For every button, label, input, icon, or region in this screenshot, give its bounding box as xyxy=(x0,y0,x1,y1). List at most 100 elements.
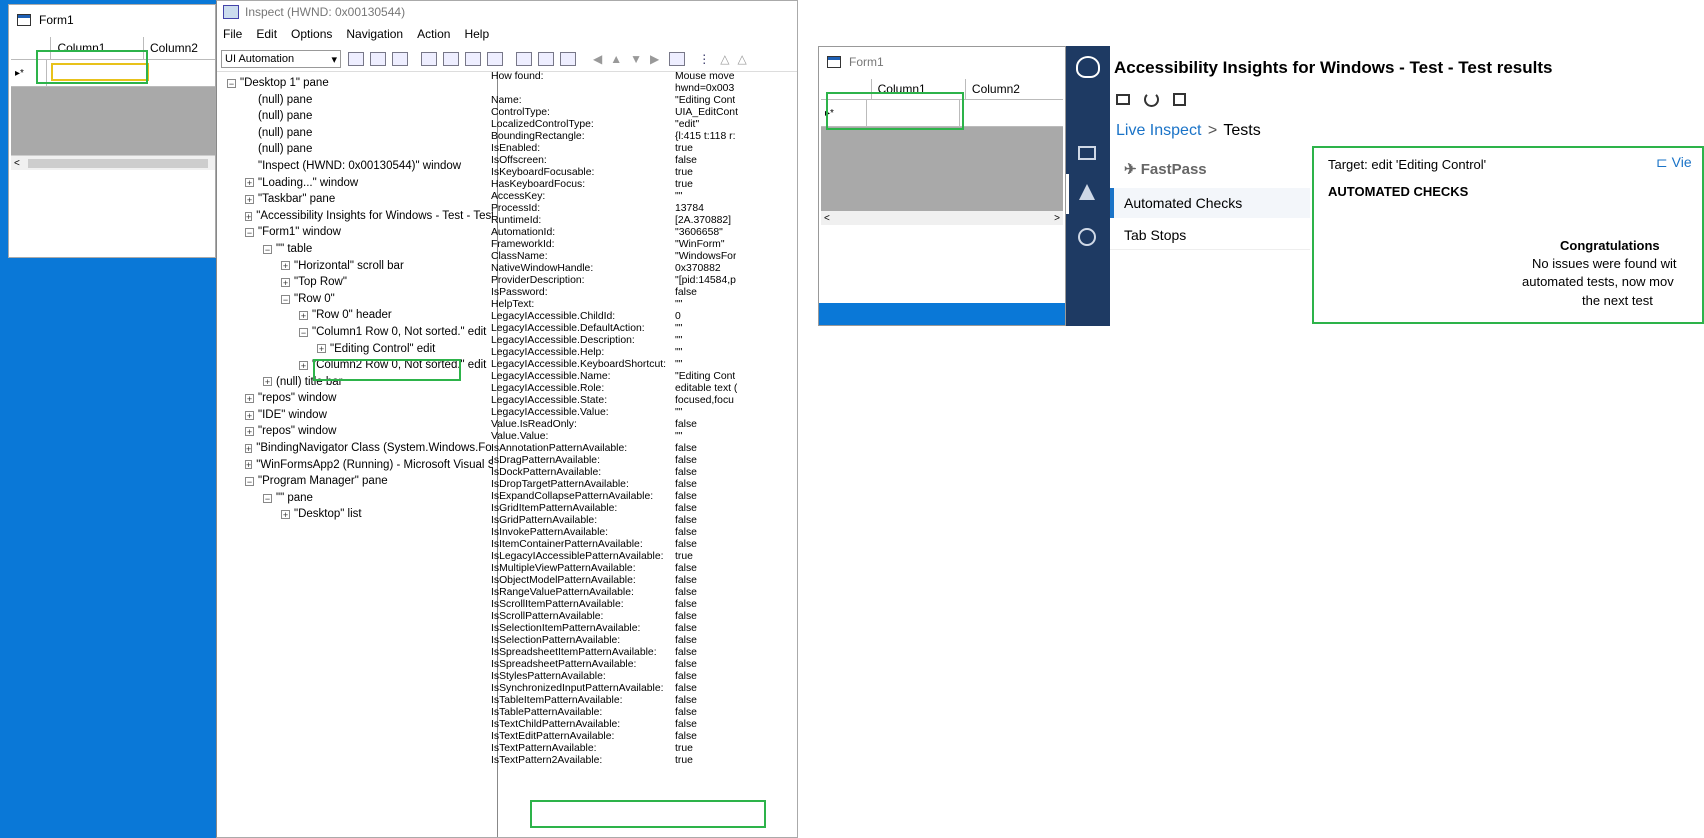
property-row[interactable]: FrameworkId: "WinForm" xyxy=(491,239,797,251)
property-row[interactable]: LegacyIAccessible.Value: "" xyxy=(491,407,797,419)
property-row[interactable]: IsSelectionItemPatternAvailable: false xyxy=(491,623,797,635)
tree-node[interactable]: − "Column1 Row 0, Not sorted." edit xyxy=(227,324,493,341)
property-row[interactable]: IsSpreadsheetItemPatternAvailable: false xyxy=(491,647,797,659)
column-header-2[interactable]: Column2 xyxy=(144,37,215,59)
property-row[interactable]: How found: Mouse move xyxy=(491,71,797,83)
property-row[interactable]: IsStylesPatternAvailable: false xyxy=(491,671,797,683)
property-row[interactable]: LocalizedControlType: "edit" xyxy=(491,119,797,131)
property-row[interactable]: IsDragPatternAvailable: false xyxy=(491,455,797,467)
save-icon[interactable] xyxy=(1173,93,1186,106)
tree-node[interactable]: − "Program Manager" pane xyxy=(227,473,493,490)
property-row[interactable]: LegacyIAccessible.State: focused,focu xyxy=(491,395,797,407)
tree-node[interactable]: + "Horizontal" scroll bar xyxy=(227,258,493,275)
collapse-icon[interactable]: − xyxy=(281,294,290,304)
menu-help[interactable]: Help xyxy=(464,27,489,41)
property-row[interactable]: BoundingRectangle: {l:415 t:118 r: xyxy=(491,131,797,143)
tree-icon[interactable] xyxy=(669,52,686,66)
tree-node[interactable]: − "Desktop 1" pane xyxy=(227,75,493,92)
expand-icon[interactable]: + xyxy=(263,377,272,387)
property-row[interactable]: IsTextPatternAvailable: true xyxy=(491,743,797,755)
expand-icon[interactable]: + xyxy=(245,427,254,437)
horizontal-scrollbar-right[interactable]: < > xyxy=(821,211,1063,225)
column-right-header-2[interactable]: Column2 xyxy=(966,79,1063,99)
tree-node[interactable]: + "Desktop" list xyxy=(227,506,493,523)
property-row[interactable]: IsDockPatternAvailable: false xyxy=(491,467,797,479)
breadcrumb-live-inspect[interactable]: Live Inspect xyxy=(1116,122,1201,139)
property-row[interactable]: IsPassword: false xyxy=(491,287,797,299)
collapse-icon[interactable]: − xyxy=(299,327,308,337)
more-icon[interactable]: ⋮ xyxy=(698,52,710,66)
expand-icon[interactable]: + xyxy=(245,443,253,453)
rectangle-highlight-icon[interactable] xyxy=(421,52,437,66)
form1-titlebar[interactable]: Form1 xyxy=(9,5,215,35)
form1-right-titlebar[interactable]: Form1 xyxy=(819,47,1065,77)
tree-node[interactable]: (null) pane xyxy=(227,125,493,142)
graph-icon[interactable]: △ xyxy=(720,52,729,66)
menu-edit[interactable]: Edit xyxy=(256,27,277,41)
property-row[interactable]: LegacyIAccessible.Role: editable text ( xyxy=(491,383,797,395)
property-row[interactable]: IsGridItemPatternAvailable: false xyxy=(491,503,797,515)
tree-node[interactable]: "Inspect (HWND: 0x00130544)" window xyxy=(227,158,493,175)
property-row[interactable]: IsRangeValuePatternAvailable: false xyxy=(491,587,797,599)
property-row[interactable]: Value.Value: "" xyxy=(491,431,797,443)
property-row[interactable]: IsLegacyIAccessiblePatternAvailable: true xyxy=(491,551,797,563)
menu-navigation[interactable]: Navigation xyxy=(346,27,403,41)
property-row[interactable]: LegacyIAccessible.DefaultAction: "" xyxy=(491,323,797,335)
collapse-icon[interactable]: − xyxy=(263,493,272,503)
nav-down-icon[interactable]: ▼ xyxy=(630,52,642,66)
caret-icon[interactable] xyxy=(443,52,459,66)
expand-icon[interactable]: + xyxy=(245,460,253,470)
focus-icon[interactable] xyxy=(516,52,532,66)
nav-up-icon[interactable]: ▲ xyxy=(610,52,622,66)
property-row[interactable]: IsDropTargetPatternAvailable: false xyxy=(491,479,797,491)
property-row[interactable]: NativeWindowHandle: 0x370882 xyxy=(491,263,797,275)
property-row[interactable]: Value.IsReadOnly: false xyxy=(491,419,797,431)
property-row[interactable]: IsTextChildPatternAvailable: false xyxy=(491,719,797,731)
expand-icon[interactable]: + xyxy=(245,194,254,204)
expand-icon[interactable]: + xyxy=(245,178,254,188)
nav-prev-icon[interactable]: ◀ xyxy=(593,52,602,66)
watch-icon[interactable] xyxy=(560,52,576,66)
property-row[interactable]: ProviderDescription: "[pid:14584,p xyxy=(491,275,797,287)
expand-icon[interactable]: + xyxy=(299,311,308,321)
scroll-left-icon-right[interactable]: < xyxy=(821,213,830,224)
flask-icon[interactable] xyxy=(1079,184,1095,200)
expand-icon[interactable]: + xyxy=(281,510,290,520)
property-row[interactable]: ControlType: UIA_EditCont xyxy=(491,107,797,119)
property-row[interactable]: IsInvokePatternAvailable: false xyxy=(491,527,797,539)
inspect-titlebar[interactable]: Inspect (HWND: 0x00130544) xyxy=(217,1,797,23)
property-row[interactable]: AutomationId: "3606658" xyxy=(491,227,797,239)
hover-icon[interactable] xyxy=(487,52,503,66)
property-row[interactable]: IsOffscreen: false xyxy=(491,155,797,167)
tree-node[interactable]: + "Taskbar" pane xyxy=(227,191,493,208)
cursor-icon[interactable] xyxy=(465,52,481,66)
tree-node[interactable]: − "Form1" window xyxy=(227,224,493,241)
property-row[interactable]: LegacyIAccessible.Name: "Editing Cont xyxy=(491,371,797,383)
property-row[interactable]: IsKeyboardFocusable: true xyxy=(491,167,797,179)
property-row[interactable]: IsSelectionPatternAvailable: false xyxy=(491,635,797,647)
property-row[interactable]: IsTextEditPatternAvailable: false xyxy=(491,731,797,743)
property-row[interactable]: IsScrollItemPatternAvailable: false xyxy=(491,599,797,611)
tree-node[interactable]: (null) pane xyxy=(227,108,493,125)
collapse-icon[interactable]: − xyxy=(227,78,236,88)
property-row[interactable]: LegacyIAccessible.Help: "" xyxy=(491,347,797,359)
property-row[interactable]: ProcessId: 13784 xyxy=(491,203,797,215)
property-row[interactable]: IsTablePatternAvailable: false xyxy=(491,707,797,719)
menu-action[interactable]: Action xyxy=(417,27,450,41)
tree-node[interactable]: − "Row 0" xyxy=(227,291,493,308)
copy-icon[interactable] xyxy=(370,52,386,66)
collapse-icon[interactable]: − xyxy=(245,477,254,487)
refresh-icon[interactable] xyxy=(348,52,364,66)
tree-node[interactable]: + "repos" window xyxy=(227,423,493,440)
graph2-icon[interactable]: △ xyxy=(737,52,746,66)
expand-icon[interactable]: + xyxy=(281,277,290,287)
tree-node[interactable]: + "repos" window xyxy=(227,390,493,407)
tree-node[interactable]: + "BindingNavigator Class (System.Windows… xyxy=(227,440,493,457)
hourglass-icon[interactable] xyxy=(538,52,554,66)
property-row[interactable]: IsItemContainerPatternAvailable: false xyxy=(491,539,797,551)
property-row[interactable]: IsEnabled: true xyxy=(491,143,797,155)
property-row[interactable]: HelpText: "" xyxy=(491,299,797,311)
property-row[interactable]: HasKeyboardFocus: true xyxy=(491,179,797,191)
expand-icon[interactable]: + xyxy=(245,394,254,404)
scroll-thumb[interactable] xyxy=(27,158,208,168)
